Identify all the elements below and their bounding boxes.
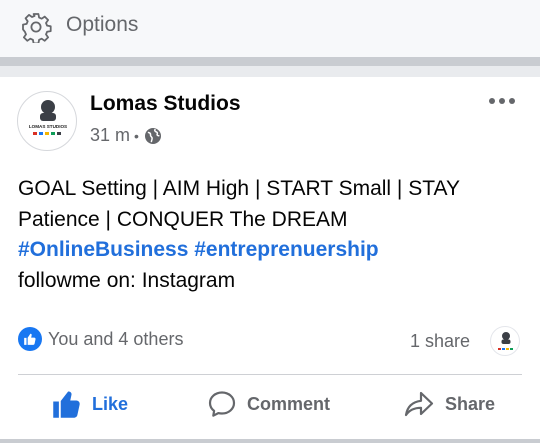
comment-icon <box>208 391 236 417</box>
section-divider <box>0 57 540 66</box>
globe-icon <box>144 127 161 144</box>
comment-button[interactable]: Comment <box>207 389 330 419</box>
avatar-logo: LOMAS STUDIOS <box>29 100 67 135</box>
like-reaction-icon <box>18 327 42 351</box>
post-bottom-divider <box>0 439 540 443</box>
post-line: GOAL Setting | AIM High | START Small | … <box>18 177 460 200</box>
comment-label: Comment <box>247 393 331 414</box>
sharer-avatar[interactable] <box>490 326 520 356</box>
more-options-icon[interactable] <box>488 95 516 107</box>
share-label: Share <box>445 393 496 414</box>
like-button[interactable]: Like <box>52 389 128 419</box>
hashtag-link[interactable]: #OnlineBusiness <box>18 238 188 261</box>
post-time[interactable]: 31 m <box>90 125 130 146</box>
like-label: Like <box>92 393 129 414</box>
post-line: followme on: Instagram <box>18 268 236 292</box>
hashtag-link[interactable]: #entreprenuership <box>194 238 378 261</box>
thumbs-up-icon <box>53 391 80 418</box>
gear-icon <box>22 13 52 43</box>
sharer-avatar-logo <box>498 332 513 350</box>
meta-separator: • <box>134 127 139 144</box>
hashtag-line: #OnlineBusiness #entreprenuership <box>18 235 528 266</box>
options-bar[interactable]: Options <box>0 0 540 57</box>
author-name[interactable]: Lomas Studios <box>90 92 241 116</box>
share-icon <box>404 391 434 417</box>
post-line: Patience | CONQUER The DREAM <box>18 207 348 231</box>
post-text: GOAL Setting | AIM High | START Small | … <box>18 174 528 296</box>
reactions-summary[interactable]: You and 4 others <box>18 327 183 351</box>
author-avatar[interactable]: LOMAS STUDIOS <box>17 91 77 151</box>
avatar-brand-text: LOMAS STUDIOS <box>29 124 67 129</box>
share-button[interactable]: Share <box>403 389 495 419</box>
post-card: LOMAS STUDIOS Lomas Studios 31 m • GOAL … <box>0 77 540 443</box>
share-count[interactable]: 1 share <box>410 331 470 352</box>
action-bar: Like Comment Share <box>0 375 540 437</box>
post-meta: 31 m • <box>90 125 162 146</box>
reactions-text: You and 4 others <box>48 328 184 349</box>
options-label: Options <box>66 13 139 36</box>
section-gap <box>0 66 540 77</box>
